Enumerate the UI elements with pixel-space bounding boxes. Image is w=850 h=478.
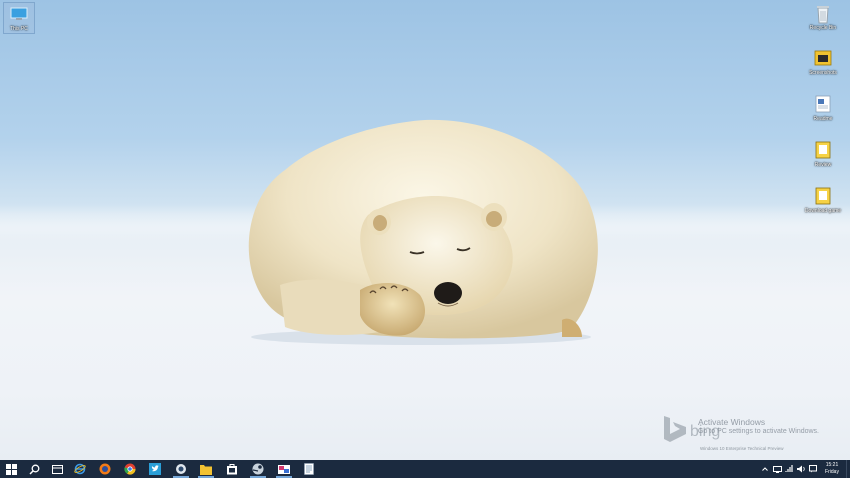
chrome-icon xyxy=(124,463,136,475)
firefox-icon xyxy=(99,463,111,475)
document-icon xyxy=(813,140,833,160)
activation-title: Activate Windows xyxy=(698,417,766,427)
desktop-icon-label: Download game xyxy=(804,208,842,214)
desktop-icon-label: Review xyxy=(814,162,832,168)
desktop-icon-label: This PC xyxy=(10,26,28,32)
taskbar-steam[interactable] xyxy=(247,460,269,478)
taskbar-store[interactable] xyxy=(221,460,243,478)
taskbar-paint[interactable] xyxy=(273,460,295,478)
polar-bear-image xyxy=(248,119,598,345)
paint-icon xyxy=(278,465,290,474)
monitor-icon xyxy=(10,7,28,20)
desktop-icon-label: Recycle Bin xyxy=(809,25,837,31)
activation-subtitle: Go to PC settings to activate Windows. xyxy=(698,428,819,435)
desktop-icon-download-game[interactable]: Download game xyxy=(800,186,846,214)
taskbar-notepad[interactable] xyxy=(298,460,320,478)
windows-logo-icon xyxy=(5,463,17,475)
show-desktop-button[interactable] xyxy=(846,460,850,478)
notepad-icon xyxy=(304,463,314,475)
tray-network[interactable] xyxy=(772,460,782,478)
clock-day: Friday xyxy=(825,469,839,475)
activation-watermark: Activate Windows Go to PC settings to ac… xyxy=(698,418,819,436)
chevron-up-icon xyxy=(762,467,768,471)
desktop-icon-review[interactable]: Review xyxy=(800,140,846,168)
search-button[interactable] xyxy=(23,460,45,478)
network-icon xyxy=(772,465,782,473)
app-icon xyxy=(176,464,186,474)
build-info: Windows 10 Enterprise Technical Preview xyxy=(700,446,784,451)
store-icon xyxy=(227,464,237,475)
tray-overflow-button[interactable] xyxy=(760,460,770,478)
taskbar-twitter[interactable] xyxy=(144,460,166,478)
desktop-icon-label: Screenshots xyxy=(809,70,837,76)
taskbar-chrome[interactable] xyxy=(119,460,141,478)
tray-action-center[interactable] xyxy=(808,460,818,478)
search-icon xyxy=(28,464,39,475)
desktop-icon-this-pc[interactable]: This PC xyxy=(3,2,35,34)
recycle-bin-icon xyxy=(813,3,833,24)
steam-icon xyxy=(252,463,264,475)
twitter-icon xyxy=(149,463,161,475)
ie-icon xyxy=(74,463,86,475)
folder-icon xyxy=(200,464,212,475)
document-icon xyxy=(813,186,833,206)
desktop-icon-label: Readme xyxy=(813,116,833,122)
taskbar-file-explorer[interactable] xyxy=(195,460,217,478)
folder-icon xyxy=(813,48,833,68)
desktop-icon-recycle-bin[interactable]: Recycle Bin xyxy=(800,3,846,31)
start-button[interactable] xyxy=(0,460,22,478)
tray-wifi[interactable] xyxy=(784,460,794,478)
desktop-icon-readme[interactable]: Readme xyxy=(800,94,846,122)
taskbar-app[interactable] xyxy=(170,460,192,478)
task-view-icon xyxy=(51,464,63,474)
desktop-icon-screenshots[interactable]: Screenshots xyxy=(800,48,846,76)
clock-time: 15:21 xyxy=(825,462,839,468)
tray-volume[interactable] xyxy=(796,460,806,478)
task-view-button[interactable] xyxy=(46,460,68,478)
taskbar xyxy=(0,460,850,478)
taskbar-internet-explorer[interactable] xyxy=(69,460,91,478)
signal-icon xyxy=(784,465,793,472)
document-icon xyxy=(813,94,833,114)
taskbar-clock[interactable]: 15:21 Friday xyxy=(820,460,844,478)
message-icon xyxy=(809,465,817,473)
speaker-icon xyxy=(796,465,805,473)
desktop-background: This PC Recycle Bin Screenshots Readme R… xyxy=(0,0,850,460)
taskbar-firefox[interactable] xyxy=(94,460,116,478)
